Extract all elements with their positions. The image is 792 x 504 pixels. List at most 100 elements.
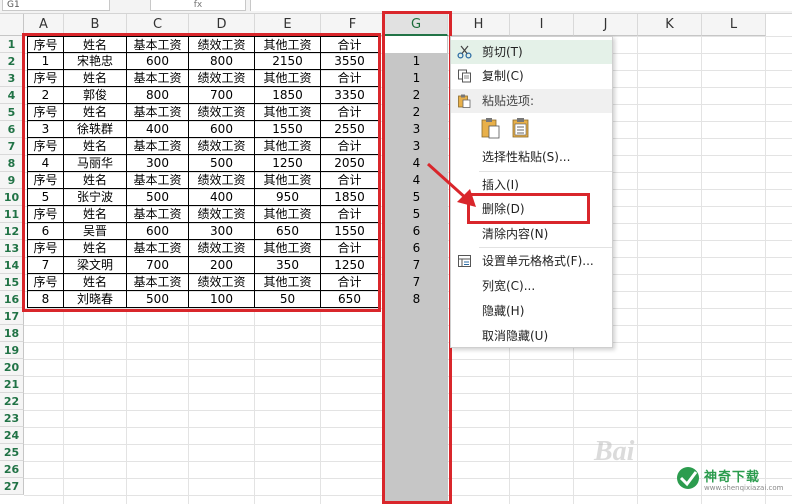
row-header-4[interactable]: 4	[0, 87, 24, 104]
row-header-24[interactable]: 24	[0, 427, 24, 444]
table-cell[interactable]: 绩效工资	[189, 240, 255, 257]
column-g-cell[interactable]: 4	[385, 155, 448, 172]
paste-keep-format-icon[interactable]	[481, 117, 501, 139]
row-header-1[interactable]: 1	[0, 36, 24, 53]
table-cell[interactable]: 650	[321, 291, 379, 308]
table-cell[interactable]: 姓名	[64, 274, 127, 291]
column-header-a[interactable]: A	[24, 14, 64, 36]
table-cell[interactable]: 绩效工资	[189, 104, 255, 121]
column-g-cell[interactable]: 5	[385, 189, 448, 206]
table-cell[interactable]: 2150	[255, 53, 321, 70]
table-cell[interactable]: 基本工资	[127, 206, 189, 223]
column-header-g[interactable]: G	[385, 14, 448, 36]
table-cell[interactable]: 950	[255, 189, 321, 206]
table-cell[interactable]: 4	[27, 155, 64, 172]
table-cell[interactable]: 基本工资	[127, 70, 189, 87]
table-cell[interactable]: 500	[189, 155, 255, 172]
row-header-11[interactable]: 11	[0, 206, 24, 223]
table-cell[interactable]: 2050	[321, 155, 379, 172]
table-cell[interactable]: 1850	[321, 189, 379, 206]
table-cell[interactable]: 序号	[27, 240, 64, 257]
row-header-10[interactable]: 10	[0, 189, 24, 206]
table-cell[interactable]: 基本工资	[127, 240, 189, 257]
table-cell[interactable]: 绩效工资	[189, 36, 255, 53]
row-header-7[interactable]: 7	[0, 138, 24, 155]
fx-button[interactable]: fx	[150, 0, 246, 11]
table-cell[interactable]: 3550	[321, 53, 379, 70]
table-cell[interactable]: 300	[189, 223, 255, 240]
row-header-19[interactable]: 19	[0, 342, 24, 359]
table-cell[interactable]: 绩效工资	[189, 70, 255, 87]
column-g-cell[interactable]: 1	[385, 53, 448, 70]
table-cell[interactable]: 650	[255, 223, 321, 240]
table-cell[interactable]: 宋艳忠	[64, 53, 127, 70]
row-header-13[interactable]: 13	[0, 240, 24, 257]
table-cell[interactable]: 序号	[27, 274, 64, 291]
table-cell[interactable]: 合计	[321, 274, 379, 291]
row-header-22[interactable]: 22	[0, 393, 24, 410]
column-g-cell[interactable]: 5	[385, 206, 448, 223]
column-g-cell[interactable]: 7	[385, 274, 448, 291]
table-cell[interactable]: 8	[27, 291, 64, 308]
column-header-b[interactable]: B	[64, 14, 127, 36]
table-cell[interactable]: 7	[27, 257, 64, 274]
table-cell[interactable]: 其他工资	[255, 274, 321, 291]
table-cell[interactable]: 姓名	[64, 104, 127, 121]
column-header-f[interactable]: F	[321, 14, 385, 36]
table-cell[interactable]: 1550	[255, 121, 321, 138]
menu-item-cut[interactable]: 剪切(T)	[451, 40, 612, 64]
table-cell[interactable]: 3350	[321, 87, 379, 104]
table-cell[interactable]: 序号	[27, 172, 64, 189]
table-cell[interactable]: 徐轶群	[64, 121, 127, 138]
table-cell[interactable]: 姓名	[64, 36, 127, 53]
paste-values-icon[interactable]	[511, 117, 531, 139]
table-cell[interactable]: 600	[127, 53, 189, 70]
row-header-26[interactable]: 26	[0, 461, 24, 478]
table-cell[interactable]: 合计	[321, 240, 379, 257]
column-g-cell[interactable]: 2	[385, 104, 448, 121]
column-g-cell[interactable]: 6	[385, 240, 448, 257]
table-cell[interactable]: 基本工资	[127, 172, 189, 189]
table-cell[interactable]: 姓名	[64, 172, 127, 189]
row-header-6[interactable]: 6	[0, 121, 24, 138]
table-cell[interactable]: 1250	[321, 257, 379, 274]
table-cell[interactable]: 1	[27, 53, 64, 70]
table-cell[interactable]: 基本工资	[127, 36, 189, 53]
column-g-cell[interactable]: 3	[385, 121, 448, 138]
menu-item-paste-special[interactable]: 选择性粘贴(S)...	[451, 145, 612, 169]
table-cell[interactable]: 刘晓春	[64, 291, 127, 308]
table-cell[interactable]: 姓名	[64, 70, 127, 87]
table-cell[interactable]: 1250	[255, 155, 321, 172]
table-cell[interactable]: 合计	[321, 36, 379, 53]
table-cell[interactable]: 序号	[27, 36, 64, 53]
row-header-3[interactable]: 3	[0, 70, 24, 87]
table-cell[interactable]: 400	[127, 121, 189, 138]
table-cell[interactable]: 序号	[27, 206, 64, 223]
row-header-21[interactable]: 21	[0, 376, 24, 393]
table-cell[interactable]: 800	[127, 87, 189, 104]
table-cell[interactable]: 序号	[27, 104, 64, 121]
column-g-cell[interactable]: 6	[385, 223, 448, 240]
row-header-5[interactable]: 5	[0, 104, 24, 121]
table-cell[interactable]: 3	[27, 121, 64, 138]
column-g-cell[interactable]: 4	[385, 172, 448, 189]
formula-input[interactable]	[250, 0, 792, 11]
table-cell[interactable]: 梁文明	[64, 257, 127, 274]
column-header-d[interactable]: D	[189, 14, 255, 36]
table-cell[interactable]: 姓名	[64, 240, 127, 257]
row-header-16[interactable]: 16	[0, 291, 24, 308]
table-cell[interactable]: 500	[127, 291, 189, 308]
menu-item-copy[interactable]: 复制(C)	[451, 64, 612, 88]
row-header-2[interactable]: 2	[0, 53, 24, 70]
menu-item-unhide[interactable]: 取消隐藏(U)	[451, 324, 612, 348]
table-cell[interactable]: 2	[27, 87, 64, 104]
table-cell[interactable]: 700	[127, 257, 189, 274]
menu-item-delete[interactable]: 删除(D)	[451, 197, 612, 221]
table-cell[interactable]: 吴晋	[64, 223, 127, 240]
column-g-cell[interactable]: 1	[385, 70, 448, 87]
table-cell[interactable]: 绩效工资	[189, 138, 255, 155]
table-cell[interactable]: 其他工资	[255, 240, 321, 257]
row-header-15[interactable]: 15	[0, 274, 24, 291]
row-header-18[interactable]: 18	[0, 325, 24, 342]
table-cell[interactable]: 其他工资	[255, 138, 321, 155]
